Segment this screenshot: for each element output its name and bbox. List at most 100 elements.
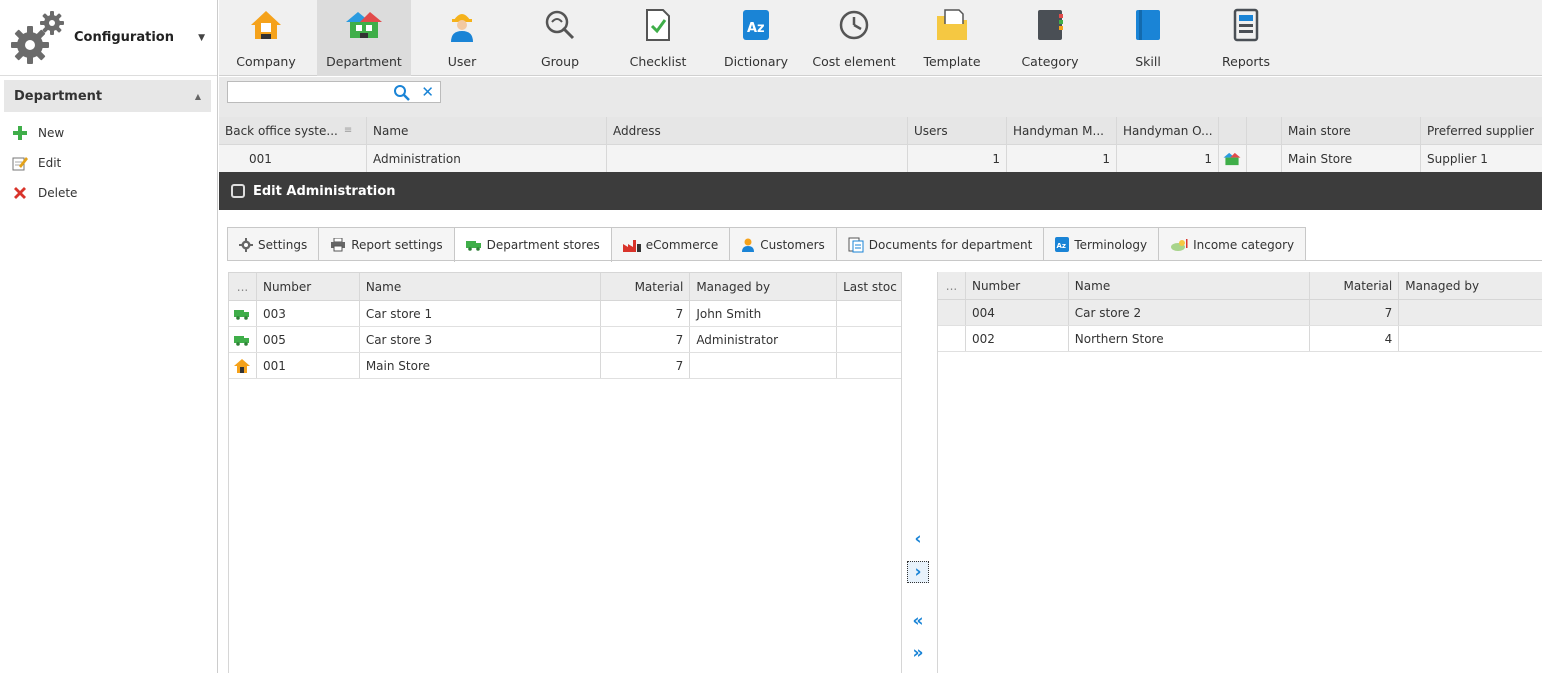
department-grid-header: Back office syste... ≡ Name Address Users… [219, 117, 1542, 145]
column-header[interactable] [1247, 117, 1282, 144]
gear-icon [239, 237, 253, 252]
factory-icon [622, 238, 641, 252]
department-section-header[interactable]: Department ▲ [4, 80, 211, 112]
column-header[interactable]: Last stoc [837, 273, 901, 300]
income-icon [1170, 238, 1188, 252]
svg-text:Az: Az [747, 21, 765, 36]
last-stock-cell [837, 301, 901, 326]
column-header[interactable]: ... [229, 273, 257, 300]
left-panel: Configuration ▼ Department ▲ New Edit De… [0, 0, 218, 673]
caret-down-icon[interactable]: ▼ [198, 33, 205, 43]
table-row[interactable]: 001 Administration 1 1 1 Main Store Supp… [219, 145, 1542, 172]
department-grid: Back office syste... ≡ Name Address Users… [219, 117, 1542, 172]
search-icon[interactable] [393, 84, 410, 101]
column-header[interactable]: Handyman M... [1007, 117, 1117, 144]
printer-icon [330, 237, 346, 252]
toolbar-reports[interactable]: Reports [1199, 0, 1293, 76]
toolbar-category[interactable]: Category [1003, 0, 1097, 76]
toolbar-template[interactable]: Template [905, 0, 999, 76]
column-header[interactable]: ... [938, 272, 966, 299]
name-cell: Main Store [360, 353, 602, 378]
delete-button[interactable]: Delete [0, 178, 217, 208]
table-row[interactable]: 001 Main Store 7 [229, 353, 901, 379]
gears-icon [11, 10, 64, 64]
search-bar-row: ✕ [219, 77, 1542, 117]
tab-income-category[interactable]: Income category [1158, 227, 1307, 261]
table-row[interactable]: 003 Car store 1 7 John Smith [229, 301, 901, 327]
sidebar-actions: New Edit Delete [0, 118, 217, 208]
toolbar-department[interactable]: Department [317, 0, 411, 76]
toolbar-label: Company [236, 54, 296, 69]
search-input[interactable]: ✕ [227, 81, 441, 103]
tab-report-settings[interactable]: Report settings [318, 227, 455, 261]
svg-text:Az: Az [1057, 242, 1067, 250]
managed-by-cell [1399, 300, 1542, 325]
row-indicator [938, 326, 966, 351]
clear-search-icon[interactable]: ✕ [421, 83, 434, 101]
tab-ecommerce[interactable]: eCommerce [610, 227, 731, 261]
column-header[interactable]: Number [966, 272, 1069, 299]
column-header[interactable]: Material [601, 273, 691, 300]
column-header[interactable]: Managed by [690, 273, 838, 300]
toolbar-cost-element[interactable]: Cost element [807, 0, 901, 76]
column-header[interactable]: Number [257, 273, 360, 300]
last-stock-cell [837, 353, 901, 378]
managed-by-cell [1399, 326, 1542, 351]
new-button[interactable]: New [0, 118, 217, 148]
column-header[interactable]: Name [1069, 272, 1311, 299]
table-row[interactable]: 005 Car store 3 7 Administrator [229, 327, 901, 353]
managed-by-cell: John Smith [690, 301, 838, 326]
configuration-menu[interactable]: Configuration ▼ [0, 0, 217, 76]
column-header[interactable]: Back office syste... ≡ [219, 117, 367, 144]
column-header[interactable]: Name [360, 273, 602, 300]
toolbar-label: User [447, 54, 477, 69]
number-cell: 005 [257, 327, 360, 352]
group-icon [541, 6, 579, 44]
name-cell: Car store 3 [360, 327, 602, 352]
column-header[interactable]: Material [1310, 272, 1400, 299]
move-all-right-button[interactable]: » [907, 642, 929, 664]
department-section-title: Department [14, 88, 103, 104]
name-cell: Northern Store [1069, 326, 1311, 351]
tab-documents-for-department[interactable]: Documents for department [835, 227, 1045, 261]
collapse-icon[interactable]: ▲ [195, 92, 201, 101]
toolbar-company[interactable]: Company [219, 0, 313, 76]
toolbar-label: Department [326, 54, 402, 69]
window-icon [231, 184, 245, 198]
edit-button[interactable]: Edit [0, 148, 217, 178]
delete-icon [10, 183, 30, 203]
tab-department-stores[interactable]: Department stores [453, 227, 612, 262]
column-header[interactable]: Preferred supplier [1421, 117, 1542, 144]
column-header[interactable] [1219, 117, 1247, 144]
tab-settings[interactable]: Settings [227, 227, 320, 261]
truck-icon [465, 239, 482, 251]
column-header[interactable]: Managed by [1399, 272, 1542, 299]
column-header[interactable]: Address [607, 117, 908, 144]
delete-label: Delete [38, 186, 78, 200]
column-header[interactable]: Users [908, 117, 1007, 144]
toolbar-user[interactable]: User [415, 0, 509, 76]
column-header[interactable]: Name [367, 117, 607, 144]
empty-cell [1247, 145, 1282, 172]
toolbar-checklist[interactable]: Checklist [611, 0, 705, 76]
column-header[interactable]: Handyman O... [1117, 117, 1219, 144]
move-right-button[interactable]: › [907, 561, 929, 583]
tab-terminology[interactable]: Az Terminology [1043, 227, 1160, 261]
handyman-o-cell: 1 [1117, 145, 1219, 172]
toolbar-group[interactable]: Group [513, 0, 607, 76]
dictionary-icon: Az [1055, 237, 1070, 252]
tab-customers[interactable]: Customers [729, 227, 837, 261]
table-row[interactable]: 004 Car store 2 7 [938, 300, 1542, 326]
new-label: New [38, 126, 65, 140]
department-icon [1223, 152, 1241, 165]
toolbar-dictionary[interactable]: Az Dictionary [709, 0, 803, 76]
name-cell: Car store 1 [360, 301, 602, 326]
move-all-left-button[interactable]: « [907, 610, 929, 632]
toolbar-label: Group [540, 54, 580, 69]
table-row[interactable]: 002 Northern Store 4 [938, 326, 1542, 352]
toolbar-skill[interactable]: Skill [1101, 0, 1195, 76]
column-header[interactable]: Main store [1282, 117, 1421, 144]
row-indicator [938, 300, 966, 325]
material-cell: 4 [1310, 326, 1400, 351]
move-left-button[interactable]: ‹ [907, 528, 929, 550]
